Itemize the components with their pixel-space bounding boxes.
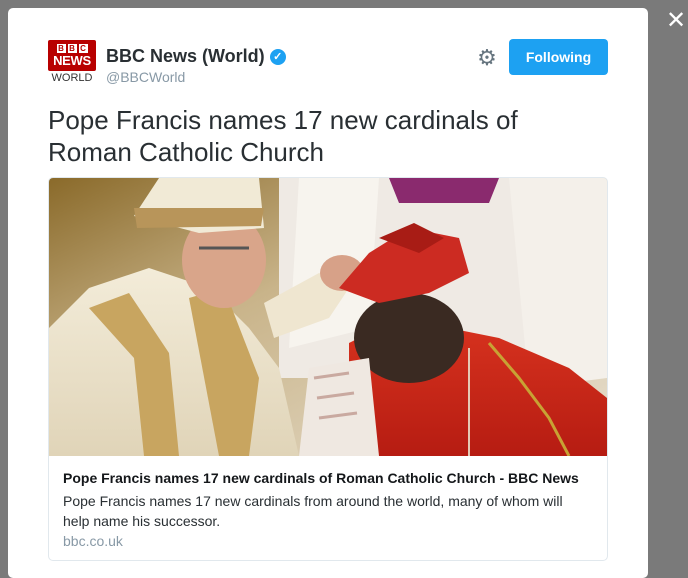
bbc-blocks: BBC bbox=[56, 44, 88, 53]
verified-badge-icon: ✓ bbox=[269, 48, 286, 65]
account-name[interactable]: BBC News (World) ✓ bbox=[106, 46, 286, 67]
card-title[interactable]: Pope Francis names 17 new cardinals of R… bbox=[63, 470, 595, 486]
avatar[interactable]: BBC NEWS WORLD bbox=[48, 40, 96, 84]
bbc-news-text: NEWS bbox=[53, 53, 91, 68]
close-icon[interactable]: ✕ bbox=[664, 8, 688, 32]
link-card[interactable]: Pope Francis names 17 new cardinals of R… bbox=[48, 177, 608, 561]
account-handle[interactable]: @BBCWorld bbox=[106, 69, 185, 85]
tweet-modal: BBC NEWS WORLD BBC News (World) ✓ @BBCWo… bbox=[8, 8, 648, 578]
following-button[interactable]: Following bbox=[509, 39, 608, 75]
card-description: Pope Francis names 17 new cardinals from… bbox=[63, 493, 563, 529]
gear-icon[interactable]: ⚙ bbox=[476, 48, 498, 70]
bbc-logo: BBC NEWS bbox=[48, 40, 96, 71]
tweet-text: Pope Francis names 17 new cardinals of R… bbox=[48, 105, 518, 167]
bbc-world-text: WORLD bbox=[51, 72, 93, 84]
card-domain[interactable]: bbc.co.uk bbox=[63, 533, 123, 549]
card-image[interactable] bbox=[49, 178, 607, 456]
account-name-label: BBC News (World) bbox=[106, 46, 265, 66]
